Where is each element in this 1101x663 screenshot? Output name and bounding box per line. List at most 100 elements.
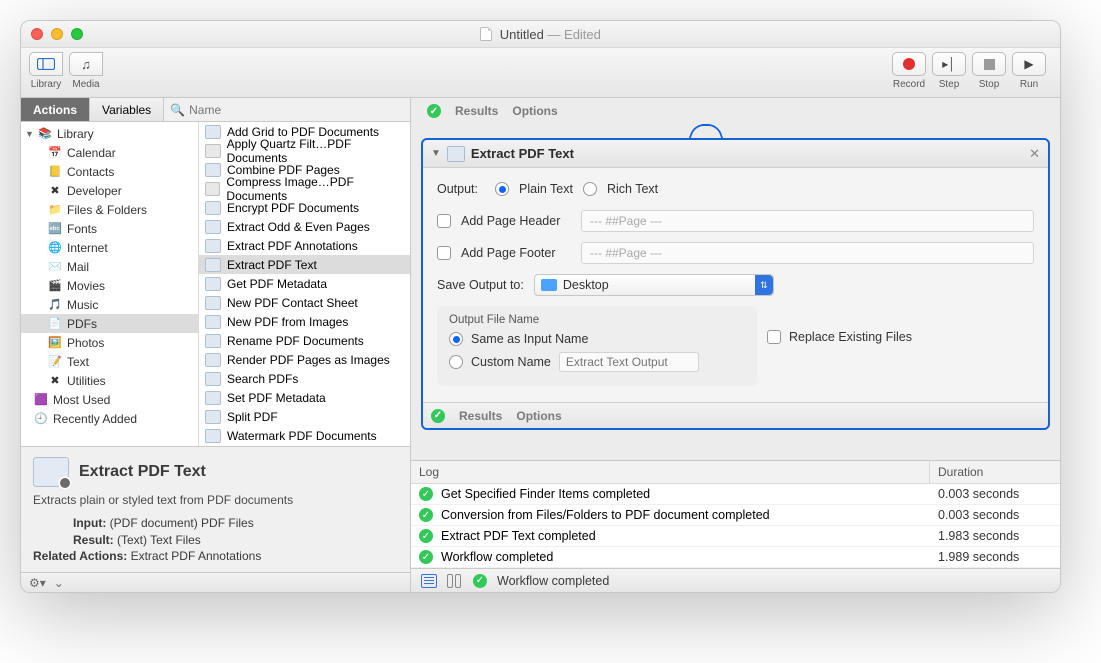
log-message: Extract PDF Text completed [441, 529, 596, 543]
action-card-extract-pdf-text[interactable]: ▼ Extract PDF Text ✕ Output: Plain Text … [421, 138, 1050, 430]
prev-options-label[interactable]: Options [512, 104, 557, 118]
tree-item-label: Recently Added [53, 412, 137, 426]
card-header[interactable]: ▼ Extract PDF Text ✕ [423, 140, 1048, 168]
tree-item-contacts[interactable]: 📒Contacts [21, 162, 198, 181]
action-new-pdf-contact-sheet[interactable]: New PDF Contact Sheet [199, 293, 410, 312]
action-watermark-pdf-documents[interactable]: Watermark PDF Documents [199, 426, 410, 445]
radio-custom-name[interactable] [449, 355, 463, 369]
workflow-canvas[interactable]: ✓ Results Options ▼ Extract PDF Text ✕ O… [411, 98, 1060, 460]
tree-root[interactable]: ▼📚Library [21, 124, 198, 143]
tree-item-internet[interactable]: 🌐Internet [21, 238, 198, 257]
document-proxy-icon[interactable] [480, 27, 492, 41]
checkmark-icon: ✓ [419, 550, 433, 564]
run-label: Run [1020, 79, 1038, 90]
checkbox-add-header[interactable] [437, 214, 451, 228]
action-label: Extract Odd & Even Pages [227, 220, 370, 234]
tree-item-movies[interactable]: 🎬Movies [21, 276, 198, 295]
same-name-label: Same as Input Name [471, 332, 588, 346]
log-message: Conversion from Files/Folders to PDF doc… [441, 508, 770, 522]
library-tree[interactable]: ▼📚Library 📅Calendar📒Contacts✖︎Developer📁… [21, 122, 199, 446]
action-label: Search PDFs [227, 372, 298, 386]
tree-item-recently-added[interactable]: 🕘Recently Added [21, 409, 198, 428]
action-label: New PDF from Images [227, 315, 348, 329]
log-row[interactable]: ✓Extract PDF Text completed1.983 seconds [411, 526, 1060, 547]
tree-item-utilities[interactable]: ✖︎Utilities [21, 371, 198, 390]
category-icon: 📄 [47, 317, 63, 331]
record-label: Record [893, 79, 925, 90]
prev-results-label[interactable]: Results [455, 104, 498, 118]
checkbox-replace-existing[interactable] [767, 330, 781, 344]
action-new-pdf-from-images[interactable]: New PDF from Images [199, 312, 410, 331]
tree-item-mail[interactable]: ✉️Mail [21, 257, 198, 276]
workflow-view-button[interactable] [447, 574, 463, 588]
log-header-message[interactable]: Log [411, 461, 930, 483]
info-title: Extract PDF Text [79, 463, 206, 481]
tree-item-most-used[interactable]: 🟪Most Used [21, 390, 198, 409]
plain-text-label: Plain Text [519, 182, 573, 196]
tree-item-music[interactable]: 🎵Music [21, 295, 198, 314]
library-toggle-button[interactable] [29, 52, 63, 76]
search-input[interactable] [189, 101, 404, 119]
action-label: Watermark PDF Documents [227, 429, 377, 443]
action-apply-quartz-filt-pdf-documents[interactable]: Apply Quartz Filt…PDF Documents [199, 141, 410, 160]
remove-action-button[interactable]: ✕ [1029, 146, 1040, 162]
log-duration: 1.989 seconds [930, 550, 1060, 564]
result-value: (Text) Text Files [117, 533, 201, 547]
step-button[interactable]: ▸│ [932, 52, 966, 76]
status-bar: ✓ Workflow completed [411, 568, 1060, 592]
action-extract-pdf-text[interactable]: Extract PDF Text [199, 255, 410, 274]
tab-actions[interactable]: Actions [21, 98, 90, 121]
tree-item-text[interactable]: 📝Text [21, 352, 198, 371]
results-tab[interactable]: Results [459, 409, 502, 423]
media-button[interactable]: ♫ [69, 52, 103, 76]
save-to-select[interactable]: Desktop ⇅ [534, 274, 774, 296]
action-render-pdf-pages-as-images[interactable]: Render PDF Pages as Images [199, 350, 410, 369]
action-rename-pdf-documents[interactable]: Rename PDF Documents [199, 331, 410, 350]
action-compress-image-pdf-documents[interactable]: Compress Image…PDF Documents [199, 179, 410, 198]
tree-item-pdfs[interactable]: 📄PDFs [21, 314, 198, 333]
tree-item-label: Music [67, 298, 98, 312]
tree-item-calendar[interactable]: 📅Calendar [21, 143, 198, 162]
category-icon: 📅 [47, 146, 63, 160]
expand-icon[interactable]: ⌄ [54, 576, 64, 590]
action-get-pdf-metadata[interactable]: Get PDF Metadata [199, 274, 410, 293]
disclosure-triangle-icon[interactable]: ▼ [431, 148, 441, 159]
action-split-pdf[interactable]: Split PDF [199, 407, 410, 426]
log-row[interactable]: ✓Conversion from Files/Folders to PDF do… [411, 505, 1060, 526]
log-duration: 0.003 seconds [930, 487, 1060, 501]
action-set-pdf-metadata[interactable]: Set PDF Metadata [199, 388, 410, 407]
custom-name-input[interactable] [559, 352, 699, 372]
action-extract-pdf-annotations[interactable]: Extract PDF Annotations [199, 236, 410, 255]
radio-rich-text[interactable] [583, 182, 597, 196]
category-icon: 📒 [47, 165, 63, 179]
tab-variables[interactable]: Variables [90, 98, 164, 121]
header-template-input[interactable]: --- ##Page --- [581, 210, 1034, 232]
log-header-duration[interactable]: Duration [930, 461, 1060, 483]
action-extract-odd-even-pages[interactable]: Extract Odd & Even Pages [199, 217, 410, 236]
checkbox-add-footer[interactable] [437, 246, 451, 260]
action-list[interactable]: Add Grid to PDF DocumentsApply Quartz Fi… [199, 122, 410, 446]
action-search-pdfs[interactable]: Search PDFs [199, 369, 410, 388]
options-tab[interactable]: Options [516, 409, 561, 423]
log-panel: Log Duration ✓Get Specified Finder Items… [411, 460, 1060, 568]
stop-button[interactable] [972, 52, 1006, 76]
log-view-button[interactable] [421, 574, 437, 588]
log-row[interactable]: ✓Get Specified Finder Items completed0.0… [411, 484, 1060, 505]
tree-item-fonts[interactable]: 🔤Fonts [21, 219, 198, 238]
log-row[interactable]: ✓Workflow completed1.989 seconds [411, 547, 1060, 568]
tree-item-label: Movies [67, 279, 105, 293]
radio-plain-text[interactable] [495, 182, 509, 196]
run-button[interactable]: ▶ [1012, 52, 1046, 76]
tree-item-files-folders[interactable]: 📁Files & Folders [21, 200, 198, 219]
tree-item-photos[interactable]: 🖼️Photos [21, 333, 198, 352]
actions-search[interactable]: 🔍 [164, 98, 410, 121]
titlebar: Untitled — Edited [21, 21, 1060, 48]
footer-template-input[interactable]: --- ##Page --- [581, 242, 1034, 264]
step-label: Step [939, 79, 960, 90]
tree-item-developer[interactable]: ✖︎Developer [21, 181, 198, 200]
radio-same-name[interactable] [449, 332, 463, 346]
edited-indicator: — Edited [544, 27, 601, 42]
preview-icon [33, 457, 69, 487]
record-button[interactable] [892, 52, 926, 76]
gear-icon[interactable]: ⚙︎▾ [29, 576, 46, 590]
